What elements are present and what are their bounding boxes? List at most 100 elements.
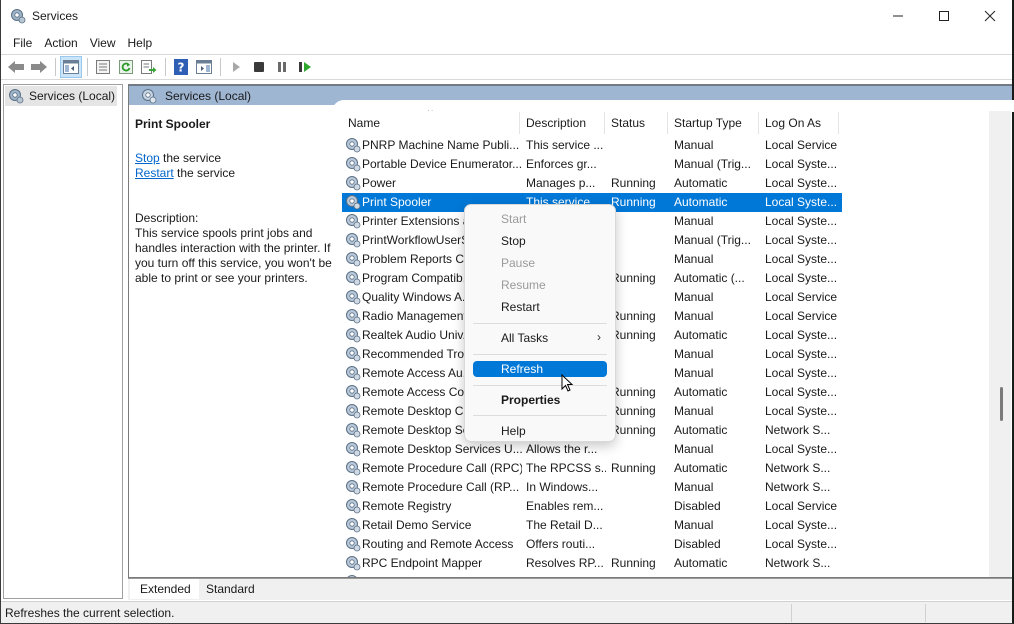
- cell-status: Running: [611, 423, 656, 437]
- cell-startup-type: Disabled: [674, 499, 721, 513]
- back-button[interactable]: [5, 56, 27, 78]
- cell-startup-type: Automatic: [674, 556, 728, 570]
- properties-button[interactable]: [92, 56, 114, 78]
- cell-startup-type: Automatic: [674, 176, 728, 190]
- cell-name: Portable Device Enumerator...: [362, 157, 522, 171]
- column-header-status[interactable]: Status: [605, 112, 668, 134]
- table-row[interactable]: RPC Endpoint Mapper Resolves RP... Running…: [342, 554, 842, 573]
- column-header-description[interactable]: Description: [520, 112, 605, 134]
- context-menu-item-resume[interactable]: Resume: [473, 277, 607, 293]
- cell-log-on-as: Local Syste...: [765, 518, 838, 532]
- status-divider: [791, 604, 792, 622]
- table-row[interactable]: Power Manages p... Running Automatic Local S…: [342, 174, 842, 193]
- menu-action[interactable]: Action: [38, 33, 83, 53]
- menu-help[interactable]: Help: [122, 33, 159, 53]
- column-header-startup-type[interactable]: Startup Type: [668, 112, 759, 134]
- service-gear-icon: [346, 347, 361, 362]
- table-row[interactable]: Remote Procedure Call (RPC) The RPCSS s..…: [342, 459, 842, 478]
- close-icon: [984, 10, 996, 22]
- menu-separator: [473, 323, 607, 324]
- vertical-scrollbar[interactable]: [989, 111, 1011, 577]
- toolbar-separator: [87, 58, 88, 76]
- forward-arrow-icon: [31, 61, 47, 73]
- cell-name: Retail Demo Service: [362, 518, 472, 532]
- show-hide-console-tree-button[interactable]: [60, 56, 82, 78]
- cell-name: Remote Desktop Services U...: [362, 442, 522, 456]
- table-row[interactable]: Remote Desktop Services U... Allows the r…: [342, 440, 842, 459]
- chevron-right-icon: ›: [597, 330, 601, 344]
- table-row[interactable]: PNRP Machine Name Publi... This service .…: [342, 136, 842, 155]
- column-label: Name: [348, 116, 381, 130]
- table-row[interactable]: Routing and Remote Access Offers routi...…: [342, 535, 842, 554]
- cell-description: The Retail D...: [526, 518, 603, 532]
- stop-suffix: the service: [159, 151, 222, 165]
- pause-service-button[interactable]: [271, 56, 293, 78]
- context-menu-item-restart[interactable]: Restart: [473, 299, 607, 315]
- cell-log-on-as: Local Syste...: [765, 157, 838, 171]
- table-row[interactable]: Portable Device Enumerator... Enforces gr…: [342, 155, 842, 174]
- maximize-button[interactable]: [921, 0, 967, 32]
- properties-icon: [96, 60, 110, 74]
- play-icon: [233, 62, 240, 72]
- context-menu-item-all-tasks[interactable]: All Tasks ›: [473, 330, 607, 346]
- restart-service-button[interactable]: [294, 56, 316, 78]
- view-tabs: Extended Standard: [128, 578, 1012, 600]
- toolbar-separator: [55, 58, 56, 76]
- context-menu-item-stop[interactable]: Stop: [473, 233, 607, 249]
- cell-startup-type: Manual: [674, 404, 714, 418]
- cell-startup-type: Manual: [674, 138, 714, 152]
- restart-service-link[interactable]: Restart: [135, 166, 174, 180]
- table-row[interactable]: Remote Procedure Call (RP... In Windows..…: [342, 478, 842, 497]
- toolbar-separator: [165, 58, 166, 76]
- service-gear-icon: [346, 537, 361, 552]
- table-row[interactable]: Retail Demo Service The Retail D... Manual…: [342, 516, 842, 535]
- service-gear-icon: [346, 176, 361, 191]
- context-menu-item-start[interactable]: Start: [473, 211, 607, 227]
- scrollbar-thumb[interactable]: [1000, 387, 1003, 421]
- tab-standard[interactable]: Standard: [198, 579, 263, 599]
- minimize-button[interactable]: [875, 0, 921, 32]
- start-service-button[interactable]: [225, 56, 247, 78]
- cell-status: Running: [611, 556, 656, 570]
- show-action-pane-button[interactable]: [193, 56, 215, 78]
- forward-button[interactable]: [28, 56, 50, 78]
- service-gear-icon: [346, 423, 361, 438]
- table-row[interactable]: Remote Registry Enables rem... Disabled Loc…: [342, 497, 842, 516]
- context-menu-item-pause[interactable]: Pause: [473, 255, 607, 271]
- cell-name: Remote Registry: [362, 499, 452, 513]
- cell-startup-type: Automatic (...: [674, 271, 745, 285]
- cell-log-on-as: Local Service: [765, 290, 838, 304]
- tree-item-services-local[interactable]: Services (Local): [5, 86, 117, 106]
- menu-file[interactable]: File: [7, 33, 38, 53]
- help-button[interactable]: ?: [170, 56, 192, 78]
- export-list-button[interactable]: [138, 56, 160, 78]
- context-menu-item-properties[interactable]: Properties: [473, 392, 607, 408]
- column-label: Status: [611, 116, 646, 130]
- cell-name: Routing and Remote Access: [362, 537, 514, 551]
- menu-item-label: Help: [501, 424, 526, 438]
- tab-extended[interactable]: Extended: [130, 579, 199, 599]
- menu-bar: File Action View Help: [1, 33, 1012, 53]
- help-icon: ?: [174, 59, 188, 75]
- cell-status: Running: [611, 271, 656, 285]
- stop-service-button[interactable]: [248, 56, 270, 78]
- stop-service-link[interactable]: Stop: [135, 151, 160, 165]
- service-gear-icon: [346, 442, 361, 457]
- context-menu-item-refresh[interactable]: Refresh: [473, 361, 607, 377]
- column-header-log-on-as[interactable]: Log On As: [759, 112, 839, 134]
- cell-log-on-as: Local Service: [765, 138, 838, 152]
- close-button[interactable]: [967, 0, 1013, 32]
- context-menu-item-help[interactable]: Help: [473, 423, 607, 439]
- cell-description: Enforces gr...: [526, 157, 597, 171]
- service-gear-icon: [346, 366, 361, 381]
- cell-startup-type: Manual: [674, 290, 714, 304]
- column-label: Log On As: [765, 116, 822, 130]
- cell-name: PNRP Machine Name Publi...: [362, 138, 520, 152]
- refresh-button[interactable]: [115, 56, 137, 78]
- menu-view[interactable]: View: [84, 33, 122, 53]
- column-header-name[interactable]: Name: [342, 112, 520, 134]
- cell-startup-type: Manual: [674, 309, 714, 323]
- column-label: Description: [526, 116, 587, 130]
- stop-service-line: Stop the service: [135, 151, 333, 166]
- table-row[interactable]: Secure Socket Tunneling... RunningAutomat…: [342, 573, 842, 577]
